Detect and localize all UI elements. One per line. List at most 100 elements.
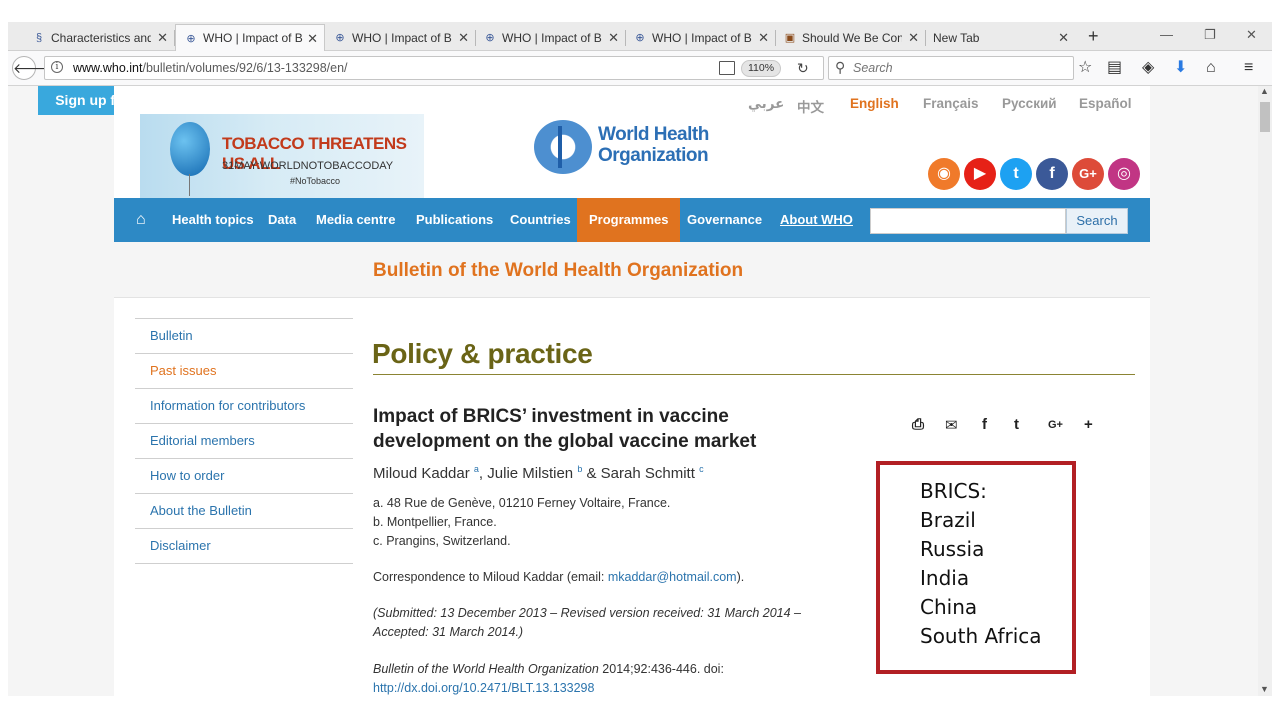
- tab-who-impact-active[interactable]: ⊕ WHO | Impact of BI ✕: [175, 24, 325, 51]
- scroll-down-icon[interactable]: ▼: [1260, 684, 1269, 694]
- facebook-share-icon[interactable]: f: [982, 416, 987, 433]
- bulletin-title[interactable]: Bulletin of the World Health Organizatio…: [373, 260, 743, 282]
- nav-governance[interactable]: Governance: [687, 198, 762, 242]
- print-icon[interactable]: ⎙: [912, 416, 924, 433]
- home-icon[interactable]: ⌂: [136, 198, 146, 242]
- youtube-icon[interactable]: ▶: [964, 158, 996, 190]
- lang-french[interactable]: Français: [923, 96, 979, 111]
- navigation-toolbar: 🡐 i www.who.int/bulletin/volumes/92/6/13…: [8, 51, 1272, 86]
- tab-who-impact[interactable]: ⊕ WHO | Impact of BI ✕: [625, 24, 775, 51]
- article-title: Impact of BRICS’ investment in vaccine d…: [373, 406, 757, 452]
- main-navigation: ⌂ Health topics Data Media centre Public…: [114, 198, 1150, 242]
- nav-health-topics[interactable]: Health topics: [172, 198, 254, 242]
- brics-country: China: [920, 595, 978, 619]
- instagram-icon[interactable]: ◎: [1108, 158, 1140, 190]
- brics-country: Brazil: [920, 508, 976, 532]
- email-icon[interactable]: ✉: [945, 416, 958, 434]
- tab-title: WHO | Impact of BI: [502, 30, 602, 45]
- library-icon[interactable]: ▤: [1107, 59, 1122, 77]
- nav-media-centre[interactable]: Media centre: [316, 198, 395, 242]
- sidebar-item-bulletin[interactable]: Bulletin: [135, 318, 353, 353]
- rss-icon[interactable]: ◉: [928, 158, 960, 190]
- lang-russian[interactable]: Русский: [1002, 96, 1057, 111]
- window-close-icon[interactable]: ✕: [1246, 27, 1257, 43]
- google-plus-share-icon[interactable]: G+: [1048, 419, 1063, 431]
- affiliation-a: a. 48 Rue de Genève, 01210 Ferney Voltai…: [373, 496, 671, 510]
- close-icon[interactable]: ✕: [157, 30, 168, 46]
- scrollbar-thumb[interactable]: [1260, 102, 1270, 132]
- section-title: Policy & practice: [372, 338, 593, 369]
- sidebar-item-past-issues[interactable]: Past issues: [135, 353, 353, 388]
- who-icon: ⊕: [335, 32, 345, 44]
- pocket-icon[interactable]: ◈: [1142, 59, 1154, 77]
- browser-search-box[interactable]: ⚲: [828, 56, 1074, 80]
- close-icon[interactable]: ✕: [307, 31, 318, 47]
- lang-english[interactable]: English: [850, 96, 899, 111]
- scroll-up-icon[interactable]: ▲: [1260, 86, 1269, 96]
- site-search-button[interactable]: Search: [1066, 208, 1128, 234]
- who-icon: ⊕: [635, 32, 645, 44]
- sidebar-item-editorial[interactable]: Editorial members: [135, 423, 353, 458]
- lang-spanish[interactable]: Español: [1079, 96, 1132, 111]
- nav-countries[interactable]: Countries: [510, 198, 571, 242]
- zoom-level-badge[interactable]: 110%: [741, 60, 782, 77]
- google-plus-icon[interactable]: G+: [1072, 158, 1104, 190]
- sidebar-item-about[interactable]: About the Bulletin: [135, 493, 353, 528]
- close-icon[interactable]: ✕: [458, 30, 469, 46]
- sidebar-item-contributors[interactable]: Information for contributors: [135, 388, 353, 423]
- balloon-icon: [170, 122, 210, 176]
- brics-annotation-box: BRICS: Brazil Russia India China South A…: [876, 461, 1076, 674]
- site-search-input[interactable]: [870, 208, 1066, 234]
- tab-new-tab[interactable]: New Tab ✕: [925, 24, 1075, 51]
- close-icon[interactable]: ✕: [1058, 30, 1069, 46]
- bookmark-star-icon[interactable]: ☆: [1078, 59, 1092, 77]
- tab-who-impact[interactable]: ⊕ WHO | Impact of BI ✕: [325, 24, 475, 51]
- nav-data[interactable]: Data: [268, 198, 296, 242]
- doi-link[interactable]: http://dx.doi.org/10.2471/BLT.13.133298: [373, 681, 594, 695]
- minimize-icon[interactable]: —: [1160, 27, 1173, 42]
- no-tobacco-banner[interactable]: TOBACCO THREATENS US ALL 31MAY:WORLDNOTO…: [140, 114, 424, 198]
- home-icon[interactable]: ⌂: [1206, 59, 1216, 77]
- citation: Bulletin of the World Health Organizatio…: [373, 662, 724, 695]
- nav-about-who[interactable]: About WHO: [780, 198, 853, 242]
- lang-arabic[interactable]: عربي: [748, 96, 784, 112]
- reader-view-icon[interactable]: [719, 61, 735, 75]
- close-icon[interactable]: ✕: [758, 30, 769, 46]
- facebook-icon[interactable]: f: [1036, 158, 1068, 190]
- tab-who-impact[interactable]: ⊕ WHO | Impact of BI ✕: [475, 24, 625, 51]
- nav-publications[interactable]: Publications: [416, 198, 493, 242]
- email-link[interactable]: mkaddar@hotmail.com: [608, 570, 737, 584]
- sidebar-item-disclaimer[interactable]: Disclaimer: [135, 528, 353, 563]
- reload-icon[interactable]: ↻: [797, 60, 809, 77]
- browser-search-input[interactable]: [853, 60, 1053, 76]
- tab-title: WHO | Impact of BI: [203, 31, 303, 45]
- lang-chinese[interactable]: 中文: [797, 96, 824, 116]
- new-tab-plus-icon[interactable]: +: [1088, 26, 1099, 47]
- banner-subtitle: 31MAY:WORLDNOTOBACCODAY: [222, 160, 394, 172]
- brics-country: India: [920, 566, 970, 590]
- restore-icon[interactable]: ❐: [1204, 27, 1216, 43]
- info-icon[interactable]: i: [51, 61, 63, 73]
- search-icon: ⚲: [835, 59, 846, 75]
- affiliation-b: b. Montpellier, France.: [373, 515, 497, 529]
- scrollbar[interactable]: ▲ ▼: [1258, 86, 1272, 696]
- nav-programmes[interactable]: Programmes: [577, 198, 681, 242]
- who-logo[interactable]: World Health Organization: [534, 120, 714, 176]
- url-text[interactable]: www.who.int/bulletin/volumes/92/6/13-133…: [73, 61, 348, 75]
- address-bar[interactable]: i www.who.int/bulletin/volumes/92/6/13-1…: [44, 56, 824, 80]
- tab-title: WHO | Impact of BI: [352, 30, 452, 45]
- menu-icon[interactable]: ≡: [1244, 59, 1253, 77]
- tab-should-we-be[interactable]: ▣ Should We Be Conc ✕: [775, 24, 925, 51]
- close-icon[interactable]: ✕: [908, 30, 919, 46]
- section-divider: [373, 374, 1135, 375]
- close-icon[interactable]: ✕: [608, 30, 619, 46]
- more-share-icon[interactable]: +: [1084, 416, 1093, 433]
- download-icon[interactable]: ⬇: [1174, 59, 1187, 77]
- tab-title: WHO | Impact of BI: [652, 30, 752, 45]
- twitter-icon[interactable]: t: [1000, 158, 1032, 190]
- tab-characteristics[interactable]: § Characteristics and ✕: [24, 24, 174, 51]
- who-emblem-icon: [534, 120, 592, 174]
- sidebar-item-how-to-order[interactable]: How to order: [135, 458, 353, 493]
- twitter-share-icon[interactable]: t: [1014, 416, 1019, 433]
- back-arrow-icon[interactable]: 🡐: [12, 56, 51, 80]
